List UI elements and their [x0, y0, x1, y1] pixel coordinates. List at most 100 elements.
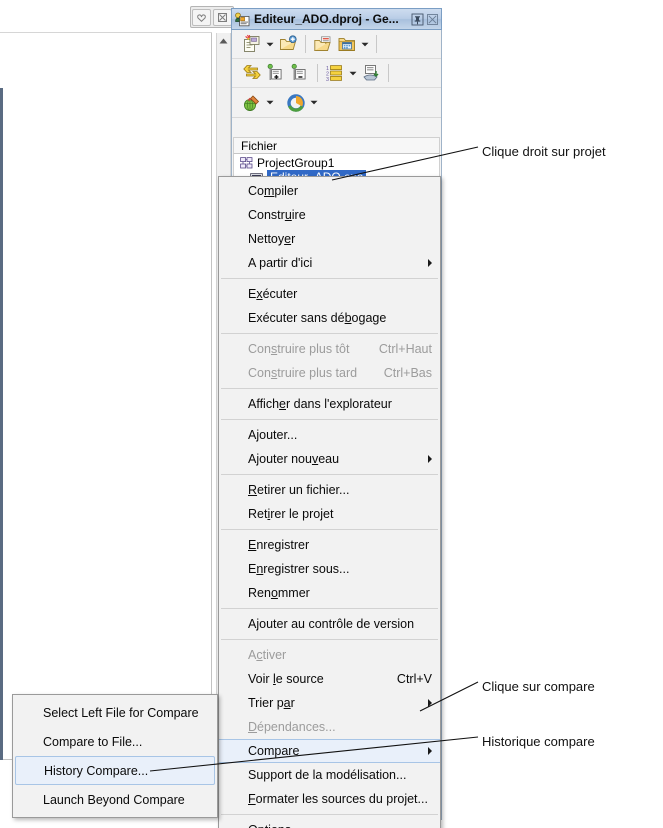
menu-item-label: Ajouter au contrôle de version [248, 617, 415, 631]
menu-item-label: Retirer un fichier... [248, 483, 350, 497]
project-manager-title: Editeur_ADO.dproj - Ge... [254, 12, 399, 26]
submenu-item-history-compare[interactable]: History Compare... [15, 756, 215, 785]
menu-item-activer: Activer [219, 643, 440, 667]
project-context-menu[interactable]: Compiler Construire Nettoyer A partir d'ici… [218, 176, 441, 828]
menu-item-enregistrer[interactable]: Enregistrer [219, 533, 440, 557]
menu-item-ex-cuter-sans-d-bogage[interactable]: Exécuter sans débogage [219, 306, 440, 330]
menu-separator [221, 278, 438, 279]
menu-item-nettoyer[interactable]: Nettoyer [219, 227, 440, 251]
menu-item-label: Options... [248, 823, 302, 828]
submenu-item-label: History Compare... [44, 763, 149, 778]
menu-item-label: Voir le source [248, 672, 324, 686]
left-dock-panel-header [0, 0, 212, 33]
menu-item-options[interactable]: Options... [219, 818, 440, 828]
menu-item-construire-plus-t-t: Construire plus tôt Ctrl+Haut [219, 337, 440, 361]
menu-item-shortcut: Ctrl+Bas [383, 366, 432, 380]
menu-separator [221, 814, 438, 815]
menu-item-label: Ajouter... [248, 428, 298, 442]
dropdown-arrow-icon[interactable] [347, 63, 359, 83]
pin-icon[interactable] [192, 8, 211, 26]
dropdown-arrow-icon[interactable] [264, 93, 276, 113]
menu-item-renommer[interactable]: Renommer [219, 581, 440, 605]
menu-item-d-pendances: Dépendances... [219, 715, 440, 739]
menu-item-support-de-la-mod-lisation[interactable]: Support de la modélisation... [219, 763, 440, 787]
scroll-up-arrow-icon[interactable] [216, 33, 231, 49]
menu-item-label: Compare [248, 744, 300, 758]
pin-icon[interactable] [410, 12, 424, 26]
menu-item-label: Construire [248, 208, 306, 222]
menu-item-label: Enregistrer sous... [248, 562, 350, 576]
menu-item-voir-le-source[interactable]: Voir le source Ctrl+V [219, 667, 440, 691]
submenu-item-select-left-file-for-compare[interactable]: Select Left File for Compare [13, 698, 217, 727]
annotation-label: Clique droit sur projet [482, 144, 606, 159]
build-globe-icon[interactable] [240, 92, 264, 114]
open-project-add-icon[interactable] [276, 33, 300, 55]
menu-item-ajouter-nouveau[interactable]: Ajouter nouveau [219, 447, 440, 471]
project-group-icon [240, 157, 253, 169]
menu-item-label: Dépendances... [248, 720, 336, 734]
menu-separator [221, 608, 438, 609]
menu-item-label: Ajouter nouveau [248, 452, 340, 466]
menu-item-label: Afficher dans l'explorateur [248, 397, 392, 411]
remove-file-icon[interactable] [288, 62, 312, 84]
menu-separator [221, 388, 438, 389]
menu-item-retirer-un-fichier[interactable]: Retirer un fichier... [219, 478, 440, 502]
submenu-item-label: Compare to File... [43, 734, 143, 749]
menu-item-afficher-dans-l-explorateur[interactable]: Afficher dans l'explorateur [219, 392, 440, 416]
add-file-icon[interactable] [264, 62, 288, 84]
left-dock-accent-bar [0, 88, 3, 760]
menu-item-retirer-le-projet[interactable]: Retirer le projet [219, 502, 440, 526]
menu-item-ajouter[interactable]: Ajouter... [219, 423, 440, 447]
menu-item-compiler[interactable]: Compiler [219, 179, 440, 203]
menu-item-label: Compiler [248, 184, 299, 198]
menu-item-ex-cuter[interactable]: Exécuter [219, 282, 440, 306]
menu-item-enregistrer-sous[interactable]: Enregistrer sous... [219, 557, 440, 581]
menu-item-label: Trier par [248, 696, 295, 710]
open-folder-icon[interactable] [311, 33, 335, 55]
submenu-arrow-icon [428, 747, 432, 755]
dropdown-arrow-icon[interactable] [264, 34, 276, 54]
menu-separator [221, 333, 438, 334]
new-project-icon[interactable] [240, 33, 264, 55]
left-dock-panel [0, 0, 212, 760]
menu-separator [221, 419, 438, 420]
submenu-arrow-icon [428, 455, 432, 463]
run-circle-icon[interactable] [284, 92, 308, 114]
menu-item-label: Construire plus tôt [248, 342, 350, 356]
submenu-item-compare-to-file[interactable]: Compare to File... [13, 727, 217, 756]
dropdown-arrow-icon[interactable] [359, 34, 371, 54]
menu-item-label: Exécuter [248, 287, 298, 301]
menu-item-construire[interactable]: Construire [219, 203, 440, 227]
compare-submenu[interactable]: Select Left File for Compare Compare to F… [12, 694, 218, 818]
menu-item-label: Activer [248, 648, 287, 662]
menu-item-a-partir-d-ici[interactable]: A partir d'ici [219, 251, 440, 275]
project-manager-icon [234, 12, 250, 27]
menu-item-ajouter-au-contr-le-de-version[interactable]: Ajouter au contrôle de version [219, 612, 440, 636]
menu-separator [221, 474, 438, 475]
menu-item-label: Formater les sources du projet... [248, 792, 428, 806]
menu-item-label: Construire plus tard [248, 366, 358, 380]
dropdown-arrow-icon[interactable] [308, 93, 320, 113]
menu-item-label: Enregistrer [248, 538, 310, 552]
ordered-list-icon[interactable]: 1 2 3 [323, 62, 347, 84]
menu-item-label: Retirer le projet [248, 507, 334, 521]
menu-item-construire-plus-tard: Construire plus tard Ctrl+Bas [219, 361, 440, 385]
menu-separator [221, 639, 438, 640]
deploy-icon[interactable] [359, 62, 383, 84]
close-icon[interactable] [213, 8, 232, 26]
annotation-label: Clique sur compare [482, 679, 595, 694]
left-dock-caption-buttons [190, 6, 234, 28]
project-options-icon[interactable] [335, 33, 359, 55]
submenu-item-label: Select Left File for Compare [43, 705, 199, 720]
menu-item-formater-les-sources-du-projet[interactable]: Formater les sources du projet... [219, 787, 440, 811]
sync-arrows-icon[interactable] [240, 62, 264, 84]
menu-item-trier-par[interactable]: Trier par [219, 691, 440, 715]
tree-column-header-label: Fichier [241, 138, 278, 153]
tree-row[interactable]: ProjectGroup1 [234, 156, 439, 170]
project-manager-toolbars: 1 2 3 [232, 30, 441, 118]
menu-item-compare[interactable]: Compare [219, 739, 440, 763]
close-icon[interactable] [425, 12, 439, 26]
submenu-item-launch-beyond-compare[interactable]: Launch Beyond Compare [13, 785, 217, 814]
toolbar-separator [376, 35, 377, 53]
project-manager-titlebar: Editeur_ADO.dproj - Ge... [231, 8, 442, 30]
